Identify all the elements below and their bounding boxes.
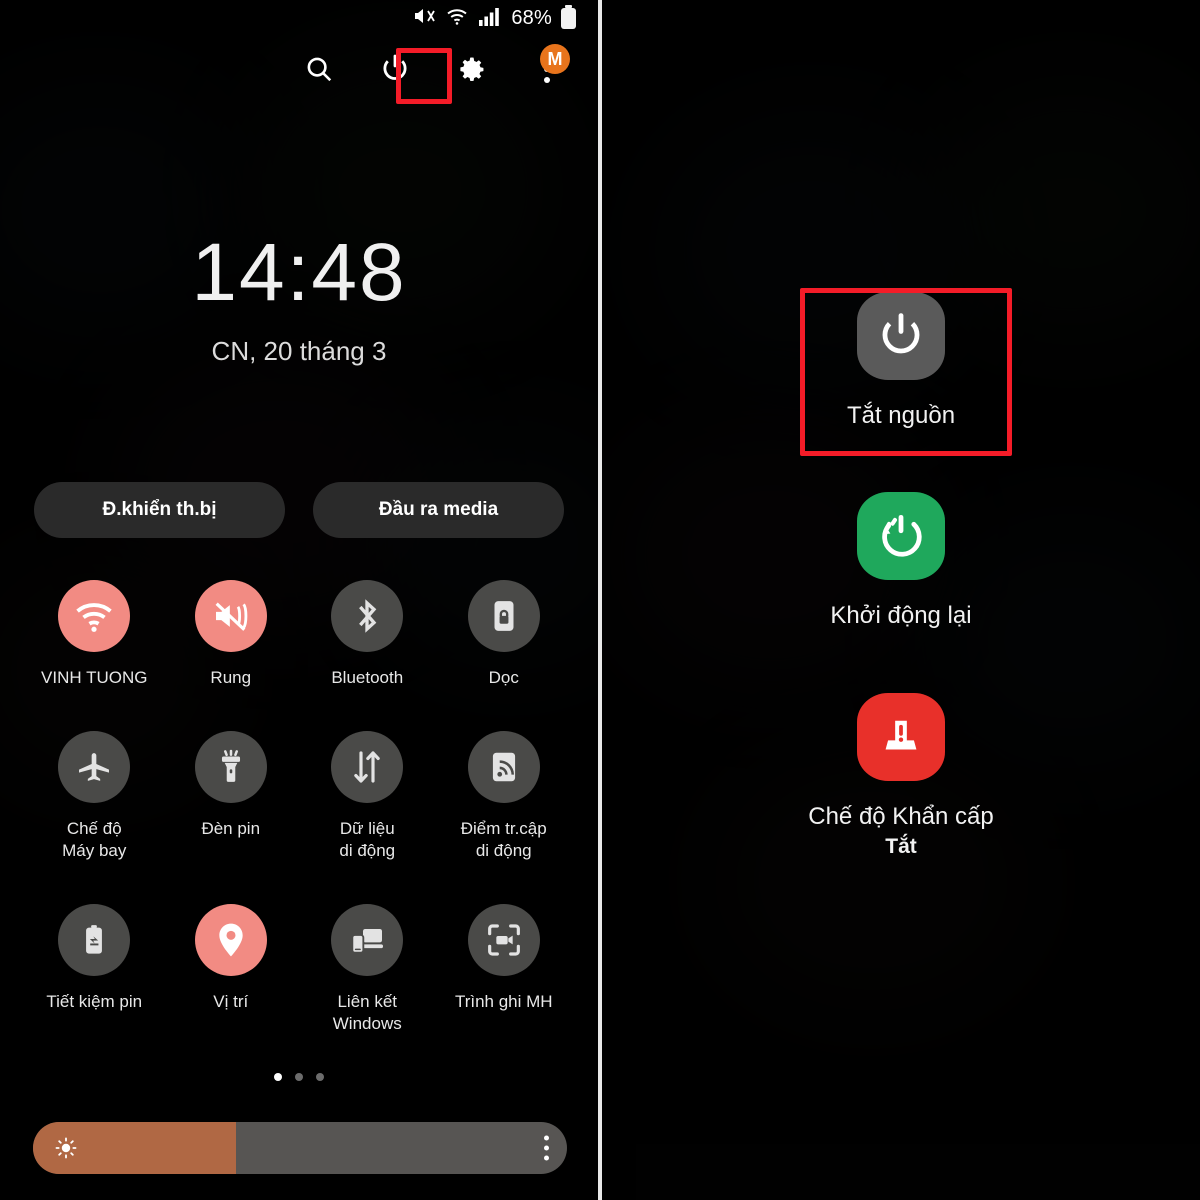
- page-dot: [274, 1073, 282, 1082]
- toggle-label: Liên kết Windows: [332, 992, 402, 1034]
- toggle-label: Tiết kiệm pin: [46, 992, 143, 1012]
- mobile-data-icon: [331, 731, 404, 804]
- screenshot-root: 68% M 14:48 CN, 20 tháng 3 Đ.khiển th.bị…: [0, 0, 1200, 1200]
- emergency-mode-item[interactable]: Chế độ Khẩn cấp Tắt: [602, 692, 1200, 859]
- avatar[interactable]: M: [540, 44, 570, 74]
- more-options-icon[interactable]: M: [526, 44, 570, 90]
- clock-time: 14:48: [191, 227, 407, 318]
- emergency-mode-status: Tắt: [885, 835, 917, 859]
- toggle-row: Chế độ Máy bay Đèn pin Dữ liệu di động Đ…: [26, 731, 572, 862]
- quick-toggle-grid: VINH TUONG Rung Bluetooth Dọc Chế độ Máy…: [0, 580, 598, 1035]
- clock-date: CN, 20 tháng 3: [211, 336, 387, 366]
- link-to-windows-icon: [331, 904, 404, 977]
- gear-icon[interactable]: [450, 48, 492, 90]
- toggle-battery-saver[interactable]: Tiết kiệm pin: [26, 904, 163, 1035]
- restart-icon: [857, 492, 945, 581]
- toggle-mobile-data[interactable]: Dữ liệu di động: [299, 731, 436, 862]
- power-icon: [857, 292, 945, 380]
- lock-clock: 14:48 CN, 20 tháng 3: [0, 232, 598, 367]
- toggle-label: Trình ghi MH: [454, 992, 553, 1012]
- power-off-item[interactable]: Tắt nguồn: [602, 292, 1200, 432]
- brightness-more-options-icon[interactable]: [544, 1135, 549, 1161]
- wifi-icon: [445, 4, 469, 33]
- airplane-icon: [58, 731, 131, 804]
- quick-action-pills: Đ.khiển th.bị Đầu ra media: [0, 482, 598, 538]
- toggle-wifi[interactable]: VINH TUONG: [26, 580, 163, 689]
- vibrate-icon: [194, 580, 267, 652]
- mute-icon: [412, 4, 436, 33]
- wifi-icon: [58, 580, 131, 652]
- media-output-button[interactable]: Đầu ra media: [313, 482, 564, 538]
- toggle-label: Chế độ Máy bay: [62, 819, 127, 861]
- toggle-label: VINH TUONG: [41, 668, 148, 687]
- toggle-screen-recorder[interactable]: Trình ghi MH: [436, 904, 573, 1035]
- page-dot: [295, 1073, 303, 1082]
- battery-saver-icon: [58, 904, 131, 977]
- signal-icon: [478, 5, 502, 32]
- page-dot: [316, 1073, 324, 1082]
- power-off-label: Tắt nguồn: [846, 402, 956, 429]
- rotation-lock-icon: [467, 580, 540, 652]
- toggle-row: VINH TUONG Rung Bluetooth Dọc: [26, 580, 572, 689]
- screen-recorder-icon: [467, 904, 540, 977]
- toggle-label: Dữ liệu di động: [339, 819, 396, 861]
- toggle-label: Bluetooth: [331, 668, 404, 687]
- device-control-button[interactable]: Đ.khiển th.bị: [34, 482, 285, 538]
- toggle-bluetooth[interactable]: Bluetooth: [299, 580, 436, 689]
- toggle-rotation-lock[interactable]: Dọc: [436, 580, 573, 689]
- restart-item[interactable]: Khởi động lại: [602, 492, 1200, 632]
- brightness-track: [33, 1122, 567, 1174]
- toggle-label: Điểm tr.cập di động: [460, 819, 547, 861]
- battery-percent-label: 68%: [511, 6, 552, 29]
- toggle-location[interactable]: Vị trí: [163, 904, 300, 1035]
- emergency-icon: [857, 692, 945, 781]
- brightness-slider[interactable]: [33, 1122, 567, 1174]
- toggle-link-to-windows[interactable]: Liên kết Windows: [299, 904, 436, 1035]
- toggle-row: Tiết kiệm pin Vị trí Liên kết Windows Tr…: [26, 904, 572, 1035]
- search-icon[interactable]: [298, 48, 340, 90]
- battery-icon: [561, 4, 576, 29]
- quick-settings-panel: 68% M 14:48 CN, 20 tháng 3 Đ.khiển th.bị…: [0, 0, 598, 1200]
- bluetooth-icon: [331, 580, 404, 652]
- flashlight-icon: [194, 731, 267, 804]
- toggle-flashlight[interactable]: Đèn pin: [163, 731, 300, 862]
- status-bar: 68%: [0, 0, 598, 36]
- emergency-mode-label: Chế độ Khẩn cấp: [808, 802, 994, 830]
- quick-settings-header: M: [0, 36, 598, 102]
- hotspot-icon: [467, 731, 540, 804]
- power-menu-panel: Tắt nguồn Khởi động lại Chế độ Khẩn cấp …: [602, 0, 1200, 1200]
- toggle-label: Vị trí: [213, 992, 249, 1012]
- toggle-label: Rung: [210, 668, 252, 687]
- toggle-airplane-mode[interactable]: Chế độ Máy bay: [26, 731, 163, 862]
- power-icon[interactable]: [374, 48, 416, 90]
- toggle-label: Đèn pin: [201, 819, 261, 839]
- power-menu-list: Tắt nguồn Khởi động lại Chế độ Khẩn cấp …: [602, 0, 1200, 859]
- toggle-label: Dọc: [488, 668, 519, 687]
- brightness-sun-icon: [55, 1137, 77, 1159]
- toggle-mobile-hotspot[interactable]: Điểm tr.cập di động: [436, 731, 573, 862]
- toggle-vibrate[interactable]: Rung: [163, 580, 300, 689]
- restart-label: Khởi động lại: [830, 602, 972, 630]
- page-indicator[interactable]: [0, 1073, 598, 1082]
- location-pin-icon: [194, 904, 267, 977]
